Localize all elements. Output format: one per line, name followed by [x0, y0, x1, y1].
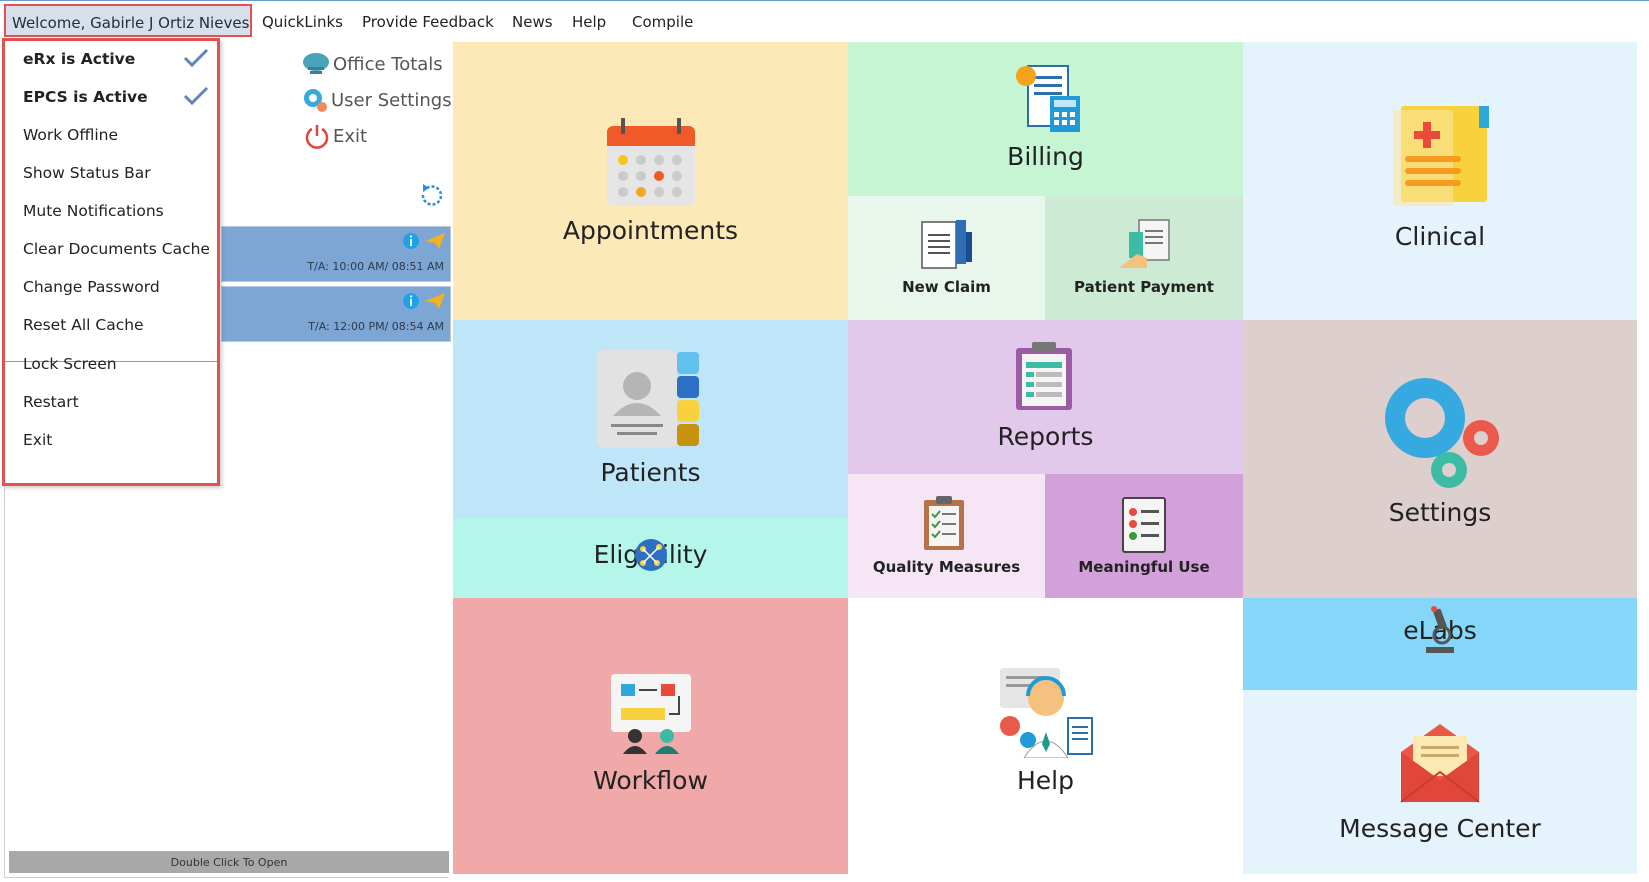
new-claim-tile[interactable]: New Claim: [848, 196, 1045, 320]
elabs-tile[interactable]: eLabs: [1243, 598, 1637, 690]
appointments-tile[interactable]: Appointments: [453, 42, 848, 320]
menu-exit[interactable]: Exit: [23, 431, 52, 449]
menu-provide-feedback[interactable]: Provide Feedback: [362, 13, 494, 31]
menu-lock-screen[interactable]: Lock Screen: [23, 355, 117, 373]
menu-work-offline[interactable]: Work Offline: [23, 126, 118, 144]
microscope-icon: [1426, 605, 1454, 653]
network-globe-icon: [634, 538, 667, 571]
settings-tile[interactable]: Settings: [1243, 320, 1637, 598]
help-label: Help: [1017, 766, 1074, 795]
user-settings-link[interactable]: User Settings: [301, 86, 452, 114]
patient-payment-label: Patient Payment: [1074, 278, 1214, 296]
quality-measures-label: Quality Measures: [872, 558, 1021, 576]
checkmark-icon: [183, 86, 209, 106]
workflow-label: Workflow: [593, 766, 708, 795]
gear-icon: [304, 89, 327, 112]
welcome-label: Welcome, Gabirle J Ortiz Nieves: [12, 14, 250, 32]
appointments-label: Appointments: [562, 216, 739, 245]
new-claim-label: New Claim: [902, 278, 991, 296]
patients-label: Patients: [600, 458, 701, 487]
info-icon[interactable]: [402, 232, 420, 250]
cloud-icon: [303, 53, 329, 74]
send-icon[interactable]: [424, 232, 446, 250]
clinical-label: Clinical: [1394, 222, 1486, 251]
workflow-board-icon: [611, 674, 691, 754]
message-center-label: Message Center: [1339, 814, 1541, 843]
quality-checklist-icon: [924, 496, 964, 550]
menu-compile[interactable]: Compile: [632, 13, 693, 31]
menu-news[interactable]: News: [512, 13, 553, 31]
menu-restart[interactable]: Restart: [23, 393, 79, 411]
welcome-dropdown-menu: eRx is Active EPCS is Active Work Offlin…: [2, 38, 220, 486]
menu-quicklinks[interactable]: QuickLinks: [262, 13, 343, 31]
menu-epcs-active[interactable]: EPCS is Active: [23, 88, 148, 106]
quality-measures-tile[interactable]: Quality Measures: [848, 474, 1045, 598]
appointment-time: T/A: 12:00 PM/ 08:54 AM: [308, 320, 444, 333]
menu-clear-documents-cache[interactable]: Clear Documents Cache: [23, 240, 210, 258]
office-totals-link[interactable]: Office Totals: [301, 50, 443, 78]
clinical-tile[interactable]: Clinical: [1243, 42, 1637, 320]
exit-label: Exit: [333, 125, 368, 147]
refresh-icon[interactable]: [417, 180, 447, 210]
billing-label: Billing: [1007, 142, 1084, 171]
workflow-tile[interactable]: Workflow: [453, 598, 848, 874]
menu-change-password[interactable]: Change Password: [23, 278, 160, 296]
eligibility-tile[interactable]: Eligibility: [453, 518, 848, 598]
appointment-item[interactable]: T/A: 10:00 AM/ 08:51 AM: [221, 226, 451, 282]
help-support-agent-icon: [1000, 668, 1093, 758]
patient-payment-icon: [1119, 219, 1170, 268]
menu-reset-all-cache[interactable]: Reset All Cache: [23, 316, 144, 334]
reports-clipboard-icon: [1016, 342, 1072, 410]
meaningful-use-label: Meaningful Use: [1078, 558, 1210, 576]
double-click-bar[interactable]: Double Click To Open: [9, 851, 449, 873]
meaningful-use-checklist-icon: [1122, 497, 1166, 553]
settings-label: Settings: [1388, 498, 1492, 527]
user-settings-label: User Settings: [331, 89, 452, 111]
exit-link[interactable]: Exit: [303, 122, 367, 150]
appointment-item[interactable]: T/A: 12:00 PM/ 08:54 AM: [221, 286, 451, 342]
send-icon[interactable]: [424, 292, 446, 310]
calendar-icon: [607, 118, 695, 206]
claim-document-icon: [921, 220, 972, 269]
meaningful-use-tile[interactable]: Meaningful Use: [1045, 474, 1243, 598]
top-menu-bar: Welcome, Gabirle J Ortiz Nieves QuickLin…: [0, 0, 1649, 38]
power-icon: [305, 125, 329, 149]
message-center-tile[interactable]: Message Center: [1243, 690, 1637, 874]
menu-mute-notifications[interactable]: Mute Notifications: [23, 202, 164, 220]
settings-gears-icon: [1385, 378, 1499, 488]
checkmark-icon: [183, 48, 209, 68]
help-tile[interactable]: Help: [848, 598, 1243, 874]
envelope-icon: [1400, 724, 1480, 803]
patients-contact-book-icon: [597, 350, 699, 448]
reports-tile[interactable]: Reports: [848, 320, 1243, 474]
appointment-time: T/A: 10:00 AM/ 08:51 AM: [307, 260, 444, 273]
reports-label: Reports: [997, 422, 1094, 451]
menu-erx-active[interactable]: eRx is Active: [23, 50, 135, 68]
welcome-menu[interactable]: Welcome, Gabirle J Ortiz Nieves: [4, 4, 252, 37]
office-totals-label: Office Totals: [333, 53, 443, 75]
billing-tile[interactable]: Billing: [848, 42, 1243, 196]
double-click-label: Double Click To Open: [170, 856, 288, 869]
patients-tile[interactable]: Patients: [453, 320, 848, 518]
menu-show-status-bar[interactable]: Show Status Bar: [23, 164, 151, 182]
billing-icon: [1016, 65, 1080, 132]
info-icon[interactable]: [402, 292, 420, 310]
clinical-folder-icon: [1393, 106, 1489, 206]
menu-help[interactable]: Help: [572, 13, 606, 31]
patient-payment-tile[interactable]: Patient Payment: [1045, 196, 1243, 320]
